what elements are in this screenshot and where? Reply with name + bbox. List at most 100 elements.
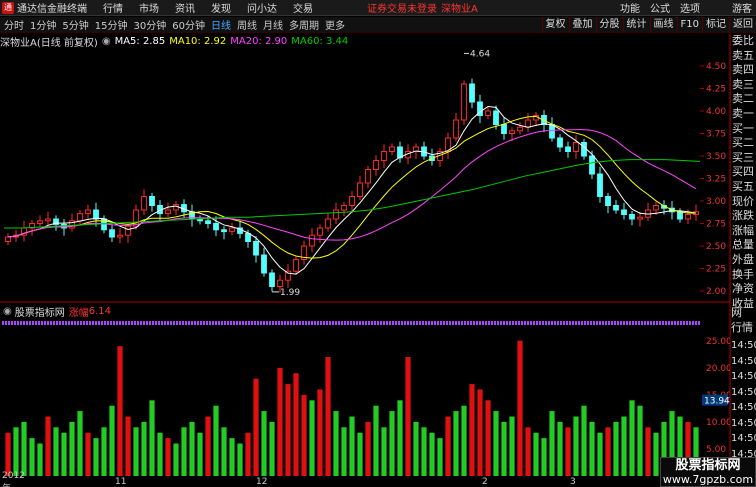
- user-guest[interactable]: 游客: [732, 0, 752, 15]
- price-axis-label: 2.50: [706, 242, 726, 252]
- volume-bar: [533, 432, 539, 476]
- candle-body: [125, 225, 131, 236]
- price-axis-label: 2.25: [706, 265, 726, 275]
- candle-body: [5, 236, 11, 242]
- candle-body: [485, 110, 491, 116]
- quote-field: 买四: [732, 165, 754, 179]
- candle-body: [653, 205, 659, 211]
- volume-bar: [605, 427, 611, 476]
- volume-bar: [21, 421, 27, 476]
- candle-body: [261, 254, 267, 274]
- tick-time: 14:50: [731, 386, 756, 398]
- volume-bar: [85, 432, 91, 476]
- volume-bar: [589, 421, 595, 476]
- quote-field: 净资: [732, 282, 754, 296]
- candle-body: [389, 146, 395, 152]
- candle-body: [453, 119, 459, 139]
- candle-body: [317, 227, 323, 236]
- quote-field: 现价: [732, 194, 754, 208]
- volume-bar: [29, 438, 35, 476]
- tick-time: 14:50: [731, 355, 756, 367]
- date-label: 2012年: [2, 470, 25, 487]
- volume-bar: [157, 432, 163, 476]
- volume-bar: [557, 421, 563, 476]
- volume-bar: [293, 373, 299, 476]
- candle-body: [93, 209, 99, 220]
- volume-bar: [53, 427, 59, 476]
- candle-body: [589, 155, 595, 175]
- candle-body: [613, 205, 619, 211]
- quote-field: 总量: [732, 238, 754, 252]
- volume-bar: [613, 421, 619, 476]
- volume-bar: [365, 421, 371, 476]
- volume-bar: [629, 400, 635, 476]
- candle-body: [597, 173, 603, 197]
- candle-body: [605, 196, 611, 206]
- volume-bar: [485, 400, 491, 476]
- volume-bar: [141, 421, 147, 476]
- quote-field: 卖五: [732, 48, 754, 62]
- volume-bar: [125, 416, 131, 476]
- candle-body: [149, 196, 155, 206]
- candle-body: [141, 196, 147, 211]
- tick-time: 14:50: [731, 417, 756, 429]
- tool-fanhui[interactable]: 返回: [729, 16, 756, 33]
- candle-body: [381, 151, 387, 161]
- volume-bar: [229, 438, 235, 476]
- price-axis-label: 4.50: [706, 62, 726, 72]
- candle-body: [117, 234, 123, 238]
- indicator-name[interactable]: 股票指标网: [15, 304, 65, 319]
- candle-body: [333, 209, 339, 220]
- volume-bar: [493, 411, 499, 476]
- quote-panel-lower: 网 行情: [730, 305, 756, 337]
- volume-bar: [61, 432, 67, 476]
- quote-field: 买二: [732, 136, 754, 150]
- volume-bar: [573, 416, 579, 476]
- volume-bar: [621, 416, 627, 476]
- volume-bar: [581, 405, 587, 476]
- quote-panel: 委比 卖五 卖四 卖三 卖二 卖一 买一 买二 买三 买四 买五 现价 涨跌 涨幅 总量 外盘 换手 净资 收益: [730, 34, 756, 310]
- indicator-settings-icon[interactable]: ◉: [3, 306, 12, 317]
- candle-body: [245, 232, 251, 242]
- price-axis-label: 4.00: [706, 107, 726, 117]
- volume-bar: [333, 411, 339, 476]
- volume-bar: [181, 427, 187, 476]
- watermark-logo: 股票指标网 www.7gpzb.com: [660, 457, 756, 487]
- volume-axis-label: 5.00: [706, 445, 726, 455]
- price-axis-label: 2.00: [706, 287, 726, 297]
- quote-field: 卖一: [732, 106, 754, 120]
- indicator-bar: ◉ 股票指标网 涨幅 6.14: [0, 304, 111, 319]
- candle-body: [77, 213, 83, 222]
- volume-bar: [541, 438, 547, 476]
- candle-body: [373, 160, 379, 170]
- volume-bar: [525, 427, 531, 476]
- volume-bar: [205, 416, 211, 476]
- volume-bar: [253, 378, 259, 476]
- candle-body: [293, 259, 299, 272]
- volume-bar: [109, 405, 115, 476]
- volume-bar: [69, 421, 75, 476]
- volume-bar: [453, 411, 459, 476]
- volume-bar: [381, 427, 387, 476]
- indicator-label: 涨幅: [68, 308, 89, 319]
- candle-body: [493, 110, 499, 125]
- tick-time: 14:50: [731, 402, 756, 413]
- volume-bar: [461, 405, 467, 476]
- volume-bar: [277, 367, 283, 476]
- volume-bar: [341, 427, 347, 476]
- volume-axis-label: 10.00: [706, 418, 730, 428]
- volume-bar: [149, 400, 155, 476]
- price-axis-label: 3.50: [706, 152, 726, 162]
- candle-body: [557, 137, 563, 148]
- volume-bar: [645, 427, 651, 476]
- indicator-value: 6.14: [88, 306, 111, 317]
- kline-chart[interactable]: 4.50 4.25 4.00 3.75 3.50 3.25 3.00 2.75 2.50 2.25…: [0, 0, 730, 487]
- candle-body: [229, 227, 235, 233]
- price-axis-label: 2.75: [706, 220, 726, 230]
- volume-bar: [309, 400, 315, 476]
- volume-bar: [549, 411, 555, 476]
- volume-bar: [501, 421, 507, 476]
- volume-bar: [437, 438, 443, 476]
- volume-bar: [5, 432, 11, 476]
- tick-time: 14:50: [731, 433, 756, 444]
